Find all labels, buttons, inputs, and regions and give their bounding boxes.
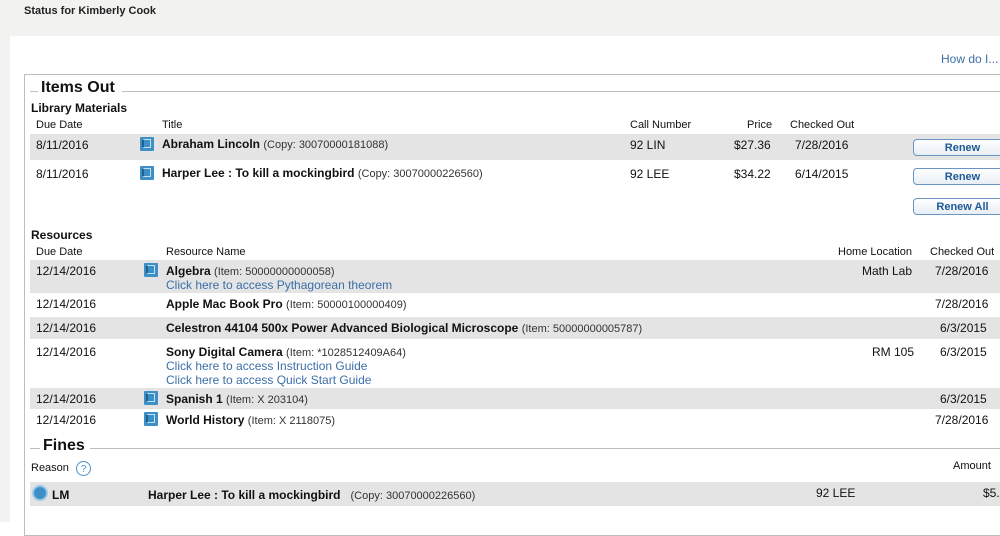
- fine-reason: LM: [52, 488, 70, 502]
- book-icon: [140, 166, 154, 180]
- resource-link[interactable]: Click here to access Pythagorean theorem: [166, 278, 392, 292]
- due-date: 12/14/2016: [36, 264, 97, 278]
- renew-all-button[interactable]: Renew All: [913, 198, 1000, 215]
- legend-line-right: [90, 448, 1000, 449]
- col-call-number: Call Number: [630, 119, 692, 131]
- due-date: 12/14/2016: [36, 413, 97, 427]
- fine-amount: $5.: [983, 486, 1000, 500]
- call-number: 92 LEE: [630, 167, 670, 181]
- due-date: 8/11/2016: [36, 167, 89, 181]
- resource-name[interactable]: World History: [166, 413, 244, 427]
- renew-button[interactable]: Renew: [913, 139, 1000, 156]
- library-materials-heading: Library Materials: [31, 101, 128, 115]
- resource-link[interactable]: Click here to access Quick Start Guide: [166, 373, 371, 387]
- resource-name-cell: Celestron 44104 500x Power Advanced Biol…: [166, 321, 642, 335]
- page-title: Status for Kimberly Cook: [24, 5, 157, 17]
- item-title-cell: Harper Lee : To kill a mockingbird (Copy…: [162, 166, 483, 180]
- due-date: 8/11/2016: [36, 138, 89, 152]
- call-number: 92 LIN: [630, 138, 666, 152]
- col-due-date: Due Date: [36, 246, 83, 258]
- resource-name-cell: World History (Item: X 2118075): [166, 413, 335, 427]
- col-reason: Reason: [31, 462, 69, 474]
- question-circle-icon[interactable]: ?: [76, 461, 91, 476]
- resource-name-cell: Spanish 1 (Item: X 203104): [166, 392, 308, 406]
- due-date: 12/14/2016: [36, 321, 97, 335]
- price: $34.22: [734, 167, 771, 181]
- item-copy: (Copy: 30070000181088): [263, 139, 389, 151]
- resource-name[interactable]: Celestron 44104 500x Power Advanced Biol…: [166, 321, 518, 335]
- lm-icon: [32, 485, 48, 501]
- item-title[interactable]: Abraham Lincoln: [162, 137, 260, 151]
- home-location: RM 105: [872, 345, 915, 359]
- item-title-cell: Abraham Lincoln (Copy: 30070000181088): [162, 137, 388, 151]
- checked-out-date: 7/28/2016: [935, 297, 989, 311]
- checked-out-date: 7/28/2016: [795, 138, 849, 152]
- legend-line-left: [30, 91, 38, 92]
- legend-line-left: [30, 448, 40, 449]
- col-amount: Amount: [953, 460, 991, 472]
- renew-button[interactable]: Renew: [913, 168, 1000, 185]
- items-out-heading: Items Out: [41, 79, 115, 96]
- resource-name[interactable]: Algebra: [166, 264, 211, 278]
- resource-name[interactable]: Apple Mac Book Pro: [166, 297, 283, 311]
- checked-out-date: 6/14/2015: [795, 167, 849, 181]
- checked-out-date: 7/28/2016: [935, 413, 989, 427]
- book-icon: [144, 391, 158, 405]
- due-date: 12/14/2016: [36, 345, 97, 359]
- price: $27.36: [734, 138, 771, 152]
- resource-item: (Item: 50000000000058): [214, 266, 335, 278]
- resource-item: (Item: 50000100000409): [286, 299, 407, 311]
- resource-item: (Item: X 2118075): [247, 415, 336, 427]
- resource-name[interactable]: Spanish 1: [166, 392, 223, 406]
- resource-item: (Item: 50000000005787): [521, 323, 643, 335]
- due-date: 12/14/2016: [36, 392, 97, 406]
- fines-heading: Fines: [43, 437, 85, 454]
- item-copy: (Copy: 30070000226560): [357, 168, 483, 180]
- fine-item-title[interactable]: Harper Lee : To kill a mockingbird: [148, 488, 341, 502]
- fine-call-number: 92 LEE: [816, 486, 856, 500]
- legend-line-right: [122, 91, 1000, 92]
- resource-name-cell: Apple Mac Book Pro (Item: 50000100000409…: [166, 297, 407, 311]
- resources-heading: Resources: [31, 228, 93, 242]
- home-location: Math Lab: [862, 264, 913, 278]
- resource-name-cell: Algebra (Item: 50000000000058): [166, 264, 335, 278]
- fine-item-cell: Harper Lee : To kill a mockingbird (Copy…: [148, 488, 475, 502]
- checked-out-date: 6/3/2015: [940, 321, 987, 335]
- resource-name[interactable]: Sony Digital Camera: [166, 345, 283, 359]
- col-checked-out: Checked Out: [930, 246, 995, 258]
- book-icon: [144, 412, 158, 426]
- checked-out-date: 6/3/2015: [940, 392, 987, 406]
- resource-item: (Item: X 203104): [226, 394, 308, 406]
- top-bar: Status for Kimberly Cook: [0, 0, 1000, 28]
- due-date: 12/14/2016: [36, 297, 97, 311]
- help-link[interactable]: How do I...: [941, 52, 998, 66]
- col-due-date: Due Date: [36, 119, 83, 131]
- left-gutter: [0, 28, 10, 522]
- col-resource-name: Resource Name: [166, 246, 246, 258]
- col-price: Price: [747, 119, 773, 131]
- resource-name-cell: Sony Digital Camera (Item: *1028512409A6…: [166, 345, 406, 359]
- checked-out-date: 6/3/2015: [940, 345, 987, 359]
- col-home-location: Home Location: [838, 246, 912, 258]
- fine-item-copy: (Copy: 30070000226560): [350, 490, 476, 502]
- header-spacer: [0, 28, 1000, 36]
- checked-out-date: 7/28/2016: [935, 264, 989, 278]
- resource-item: (Item: *1028512409A64): [286, 347, 406, 359]
- col-title: Title: [162, 119, 183, 131]
- item-title[interactable]: Harper Lee : To kill a mockingbird: [162, 166, 355, 180]
- book-icon: [144, 263, 158, 277]
- resource-link[interactable]: Click here to access Instruction Guide: [166, 359, 367, 373]
- book-icon: [140, 137, 154, 151]
- col-checked-out: Checked Out: [790, 119, 855, 131]
